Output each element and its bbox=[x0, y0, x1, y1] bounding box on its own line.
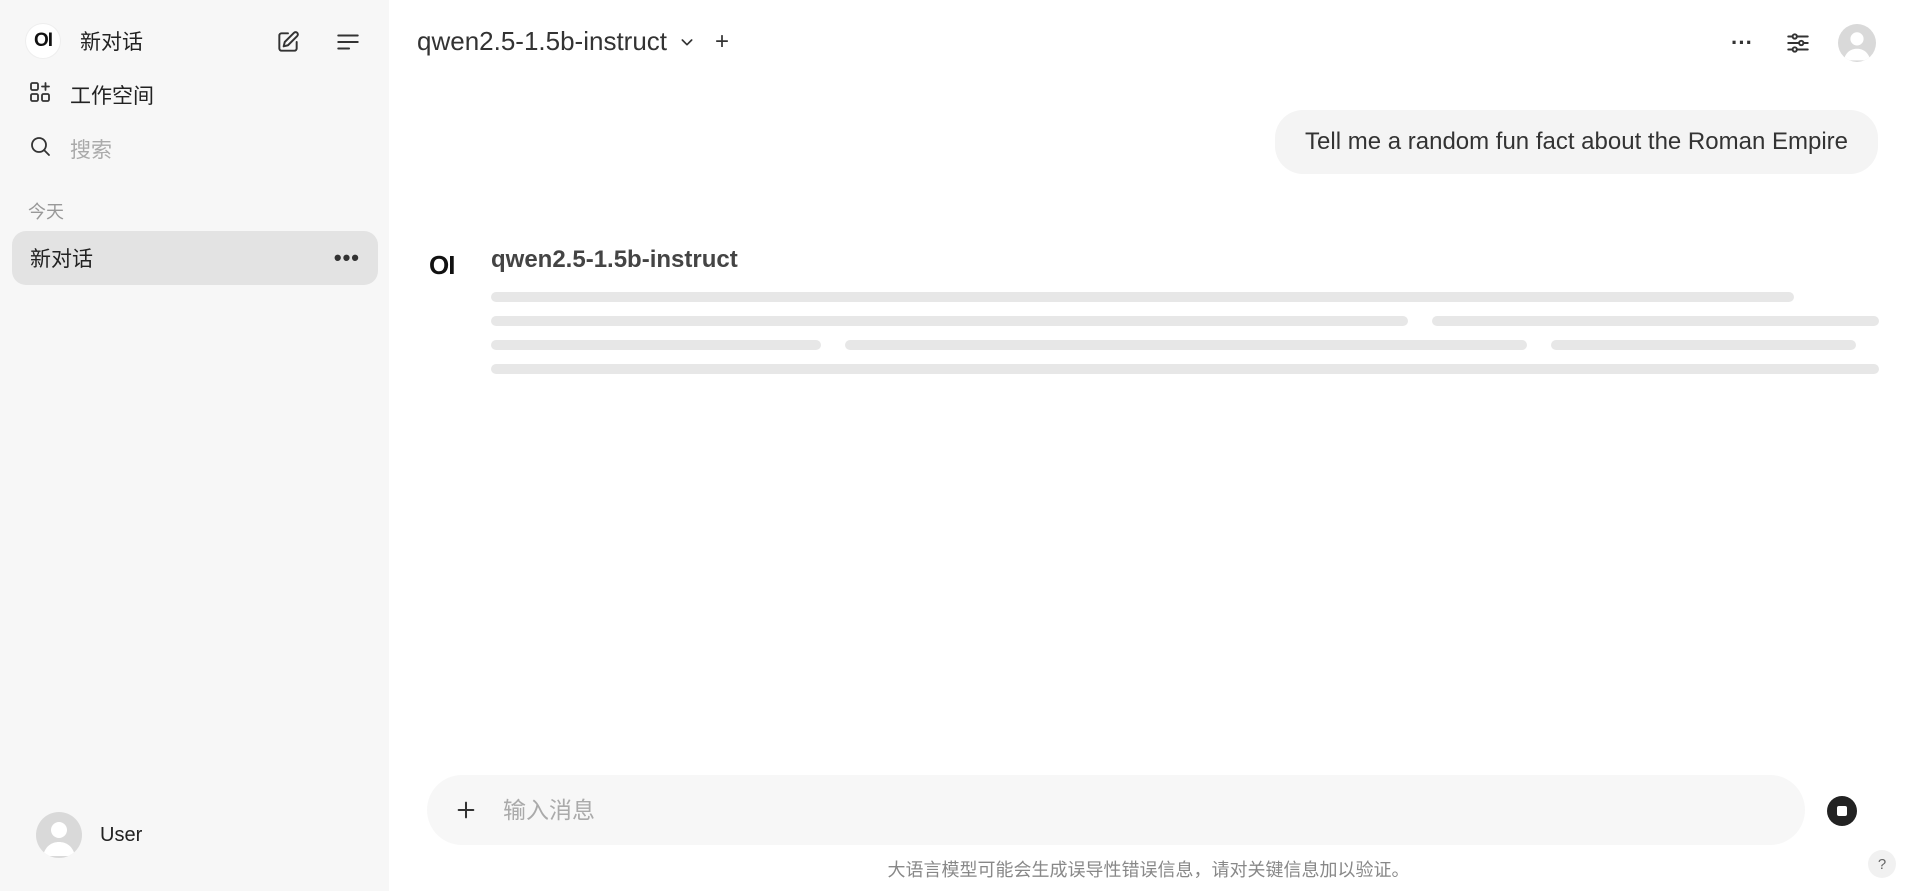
skeleton-line bbox=[1432, 316, 1879, 326]
disclaimer-text: 大语言模型可能会生成误导性错误信息，请对关键信息加以验证。 bbox=[887, 860, 1410, 880]
ellipsis-icon: ··· bbox=[1731, 30, 1753, 55]
chat-title: 新对话 bbox=[30, 248, 93, 271]
chat-item[interactable]: 新对话 ••• bbox=[12, 231, 378, 285]
model-name: qwen2.5-1.5b-instruct bbox=[417, 26, 668, 56]
section-today: 今天 bbox=[28, 202, 64, 222]
assistant-model-name: qwen2.5-1.5b-instruct bbox=[491, 246, 738, 273]
model-selector[interactable]: qwen2.5-1.5b-instruct + bbox=[417, 26, 729, 57]
skeleton-line bbox=[845, 340, 1527, 350]
workspace-label: 工作空间 bbox=[70, 85, 154, 108]
chat-more-button[interactable]: ••• bbox=[334, 245, 360, 271]
grid-plus-icon bbox=[28, 80, 52, 110]
message-input[interactable] bbox=[503, 796, 1703, 824]
skeleton-line bbox=[491, 364, 1879, 374]
search-field[interactable]: 搜索 bbox=[28, 134, 112, 164]
help-button[interactable]: ? bbox=[1868, 850, 1896, 878]
menu-lines-icon[interactable] bbox=[332, 26, 364, 58]
sidebar: OI 新对话 工作空间 搜索 今天 新对话 ••• User bbox=[0, 0, 389, 891]
search-icon bbox=[28, 134, 52, 164]
avatar bbox=[36, 812, 82, 858]
app-logo: OI bbox=[26, 24, 60, 58]
new-chat-link[interactable]: OI 新对话 bbox=[26, 24, 143, 58]
assistant-logo: OI bbox=[429, 250, 455, 280]
sliders-icon[interactable] bbox=[1782, 27, 1814, 59]
header-actions: ··· bbox=[1726, 24, 1876, 62]
stop-generation-button[interactable] bbox=[1827, 796, 1857, 826]
stop-icon bbox=[1837, 806, 1847, 816]
chat-main: qwen2.5-1.5b-instruct + ··· Tell me a ra… bbox=[389, 0, 1908, 891]
message-composer bbox=[427, 775, 1805, 845]
skeleton-line bbox=[491, 316, 1408, 326]
more-options-button[interactable]: ··· bbox=[1726, 27, 1758, 59]
skeleton-line bbox=[1551, 340, 1856, 350]
sidebar-actions bbox=[272, 26, 364, 58]
skeleton-line bbox=[491, 340, 821, 350]
pencil-square-icon[interactable] bbox=[272, 26, 304, 58]
user-message-bubble: Tell me a random fun fact about the Roma… bbox=[1275, 110, 1878, 174]
workspace-link[interactable]: 工作空间 bbox=[28, 80, 154, 110]
new-chat-label: 新对话 bbox=[80, 31, 143, 54]
header-avatar[interactable] bbox=[1838, 24, 1876, 62]
user-name: User bbox=[100, 823, 143, 846]
search-placeholder: 搜索 bbox=[70, 139, 112, 162]
add-model-button[interactable]: + bbox=[715, 28, 729, 56]
add-attachment-button[interactable] bbox=[451, 795, 481, 825]
chevron-down-icon[interactable] bbox=[679, 26, 695, 57]
skeleton-line bbox=[491, 292, 1794, 302]
user-menu[interactable]: User bbox=[36, 812, 142, 858]
